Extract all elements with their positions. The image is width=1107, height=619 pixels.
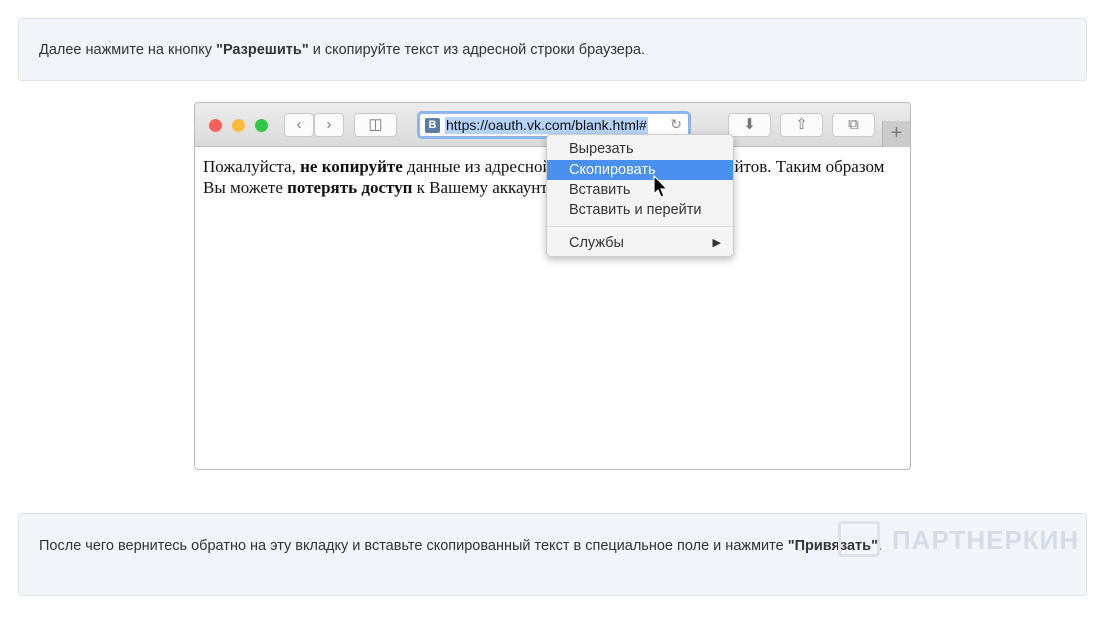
tabs-icon: ⧉ xyxy=(832,113,875,137)
instruction-step-1: Далее нажмите на кнопку "Разрешить" и ск… xyxy=(18,18,1087,81)
vk-favicon-icon: В xyxy=(425,118,440,133)
menu-item-copy: Скопировать xyxy=(547,160,733,180)
text: Пожалуйста, xyxy=(203,157,301,176)
bold-text: "Разрешить" xyxy=(216,42,309,58)
url-text: https://oauth.vk.com/blank.html# xyxy=(445,117,648,134)
text: и скопируйте текст из адресной строки бр… xyxy=(308,42,646,58)
text: Далее нажмите на кнопку xyxy=(39,42,217,58)
menu-item-paste-and-go: Вставить и перейти xyxy=(569,202,702,218)
maximize-icon xyxy=(255,119,268,132)
minimize-icon xyxy=(232,119,245,132)
menu-item-services: Службы ▶ xyxy=(547,233,733,253)
text: После чего вернитесь обратно на эту вкла… xyxy=(39,538,788,554)
bold-text: потерять доступ xyxy=(287,178,413,197)
context-menu: Вырезать Скопировать Вставить Вставить и… xyxy=(546,134,734,257)
menu-item-paste: Вставить xyxy=(569,182,631,198)
share-icon: ⇧ xyxy=(780,113,823,137)
download-icon: ⬇ xyxy=(728,113,771,137)
bold-text: не копируйте xyxy=(300,157,403,176)
mouse-cursor-icon xyxy=(653,175,669,198)
watermark-text: ПАРТНЕРКИН xyxy=(892,525,1080,555)
close-icon xyxy=(209,119,222,132)
new-tab-icon: + xyxy=(882,121,910,147)
sidebar-icon: ◫ xyxy=(354,113,397,137)
forward-icon: › xyxy=(314,113,344,137)
browser-screenshot: ‹ › ◫ В https://oauth.vk.com/blank.html#… xyxy=(194,102,911,470)
submenu-arrow-icon: ▶ xyxy=(712,237,721,249)
reload-icon: ↻ xyxy=(670,116,682,132)
text: к Вашему аккаунту. xyxy=(412,178,559,197)
label: Службы xyxy=(569,235,624,251)
menu-item-cut: Вырезать xyxy=(569,141,634,157)
menu-separator xyxy=(547,226,733,227)
back-icon: ‹ xyxy=(284,113,314,137)
watermark-logo: ПАРТНЕРКИН xyxy=(838,519,1078,569)
chat-bubble-icon xyxy=(838,521,880,557)
